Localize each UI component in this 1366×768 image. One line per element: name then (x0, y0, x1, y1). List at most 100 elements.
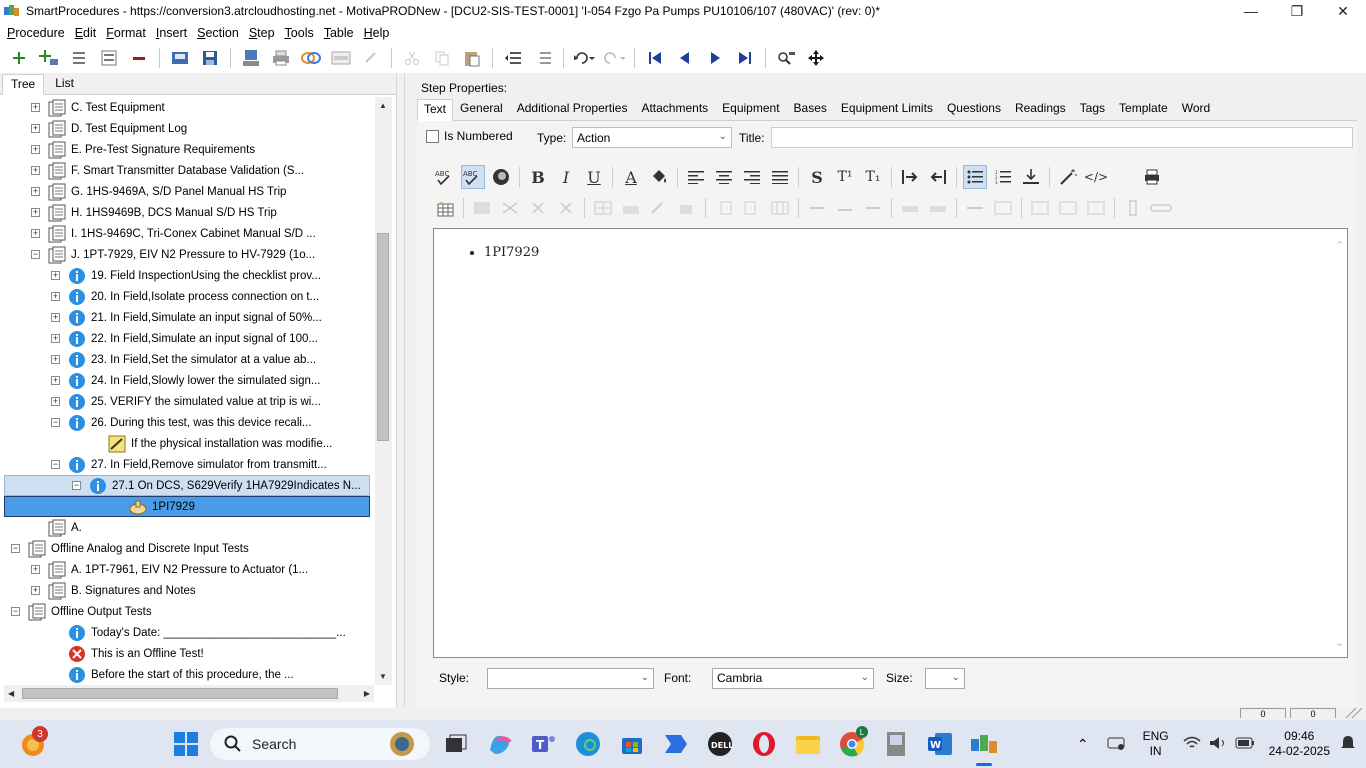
paste-icon[interactable] (461, 47, 483, 69)
tree-node[interactable]: + D. Test Equipment Log (31, 118, 187, 139)
expand-icon[interactable]: + (51, 313, 60, 322)
tree-node[interactable]: − J. 1PT-7929, EIV N2 Pressure to HV-7929… (31, 244, 315, 265)
cell-align-middle-icon[interactable] (1056, 196, 1080, 220)
volume-icon[interactable] (1209, 736, 1227, 753)
property-tab[interactable]: Questions (940, 98, 1008, 120)
tree-node[interactable]: − Offline Analog and Discrete Input Tests (11, 538, 249, 559)
tree-hscroll-thumb[interactable] (22, 688, 338, 699)
scroll-down-icon[interactable]: ▼ (379, 672, 387, 681)
collapse-icon[interactable]: − (51, 418, 60, 427)
indent-icon[interactable] (532, 47, 554, 69)
delete-col-icon[interactable] (768, 196, 792, 220)
copy-icon[interactable] (431, 47, 453, 69)
step-text-editor[interactable]: 1PI7929 ⌃ ⌄ (433, 228, 1348, 658)
redo-disabled-icon[interactable] (360, 47, 382, 69)
split-horizontal-icon[interactable] (963, 196, 987, 220)
tree-node[interactable]: + C. Test Equipment (31, 97, 165, 118)
tree-node[interactable]: − 27.1 On DCS, S629Verify 1HA7929Indicate… (4, 475, 370, 496)
opera-icon[interactable] (748, 728, 780, 760)
open-icon[interactable] (169, 47, 191, 69)
menu-table[interactable]: Table (319, 26, 359, 40)
spellcheck-icon[interactable]: ABC (433, 165, 457, 189)
increase-indent-icon[interactable] (898, 165, 922, 189)
table-cut-icon[interactable] (498, 196, 522, 220)
magic-wand-icon[interactable] (1056, 165, 1080, 189)
last-step-icon[interactable] (734, 47, 756, 69)
scroll-up-icon[interactable]: ▲ (379, 101, 387, 110)
tree-node[interactable]: +25. VERIFY the simulated value at trip … (51, 391, 321, 412)
type-select[interactable]: Action ⌄ (572, 127, 732, 148)
copilot-icon[interactable] (484, 728, 516, 760)
print-preview-icon[interactable] (1140, 165, 1164, 189)
tree-node[interactable]: − 27. In Field,Remove simulator from tran… (51, 454, 327, 475)
wifi-icon[interactable] (1183, 736, 1201, 753)
taskbar-search[interactable]: Search (210, 728, 430, 760)
bold-button[interactable]: B (526, 165, 550, 189)
weather-widget-icon[interactable]: 3 (18, 726, 50, 760)
insert-line-icon[interactable] (1019, 165, 1043, 189)
list-view-icon[interactable] (98, 47, 120, 69)
split-cells-icon[interactable] (926, 196, 950, 220)
cell-props-icon[interactable] (619, 196, 643, 220)
grid-icon[interactable] (591, 196, 615, 220)
is-numbered-checkbox[interactable] (426, 129, 439, 143)
undo-icon[interactable] (573, 47, 595, 69)
chrome-icon[interactable]: L (836, 726, 868, 760)
font-select[interactable]: Cambria ⌄ (712, 667, 874, 689)
style-select[interactable]: ⌄ (487, 667, 654, 689)
tree-node[interactable]: + A. 1PT-7961, EIV N2 Pressure to Actuato… (31, 559, 308, 580)
table-props-icon[interactable] (470, 196, 494, 220)
expand-icon[interactable]: + (31, 187, 40, 196)
cell-edit-icon[interactable] (675, 196, 699, 220)
decrease-indent-icon[interactable] (926, 165, 950, 189)
expand-icon[interactable]: + (51, 271, 60, 280)
align-right-icon[interactable] (740, 165, 764, 189)
tree-node[interactable]: +22. In Field,Simulate an input signal o… (51, 328, 318, 349)
outdent-icon[interactable] (502, 47, 524, 69)
battery-icon[interactable] (1235, 737, 1255, 752)
word-icon[interactable]: W (924, 728, 956, 760)
editor-scrollbar[interactable]: ⌃ ⌄ (1333, 229, 1347, 657)
tree-node[interactable]: + I. 1HS-9469C, Tri-Conex Cabinet Manual … (31, 223, 316, 244)
power-automate-icon[interactable] (660, 728, 692, 760)
tree-node[interactable]: +20. In Field,Isolate process connection… (51, 286, 319, 307)
menu-format[interactable]: Format (101, 26, 151, 40)
bullet-list-icon[interactable] (963, 165, 987, 189)
collapse-icon[interactable]: − (72, 481, 81, 490)
property-tab[interactable]: Text (417, 99, 454, 121)
superscript-button[interactable]: T¹ (833, 165, 857, 189)
export-icon[interactable] (240, 47, 262, 69)
property-tab[interactable]: Template (1112, 98, 1175, 120)
expand-icon[interactable]: + (51, 355, 60, 364)
edge-browser-icon[interactable] (572, 728, 604, 760)
collapse-icon[interactable]: − (11, 607, 20, 616)
insert-col-right-icon[interactable] (740, 196, 764, 220)
delete-row-icon[interactable] (861, 196, 885, 220)
cut-icon[interactable] (401, 47, 423, 69)
tree-node[interactable]: If the physical installation was modifie… (108, 433, 332, 454)
chevron-down-icon[interactable]: ⌄ (1335, 636, 1344, 649)
notification-center-icon[interactable] (1340, 735, 1356, 754)
tree-node[interactable]: This is an Offline Test! (68, 643, 204, 664)
menu-insert[interactable]: Insert (151, 26, 192, 40)
scroll-right-icon[interactable]: ▶ (364, 689, 370, 698)
tree-scroll-thumb[interactable] (377, 233, 389, 441)
property-tab[interactable]: Equipment (715, 98, 786, 120)
justify-icon[interactable] (768, 165, 792, 189)
property-tab[interactable]: Readings (1008, 98, 1073, 120)
expand-icon[interactable]: + (31, 208, 40, 217)
menu-section[interactable]: Section (192, 26, 244, 40)
save-icon[interactable] (199, 47, 221, 69)
tree-node[interactable]: − Offline Output Tests (11, 601, 152, 622)
network-status-icon[interactable] (1107, 735, 1125, 754)
delete-icon[interactable] (128, 47, 150, 69)
resize-grip-icon[interactable] (1340, 707, 1364, 719)
split-vertical-icon[interactable] (991, 196, 1015, 220)
expand-icon[interactable]: + (31, 586, 40, 595)
clock[interactable]: 09:46 24-02-2025 (1269, 729, 1330, 759)
teams-icon[interactable]: T (528, 728, 560, 760)
property-tab[interactable]: Word (1175, 98, 1217, 120)
tree-node[interactable]: + F. Smart Transmitter Database Validatio… (31, 160, 304, 181)
expand-icon[interactable]: + (51, 334, 60, 343)
numbered-list-icon[interactable]: 123 (991, 165, 1015, 189)
